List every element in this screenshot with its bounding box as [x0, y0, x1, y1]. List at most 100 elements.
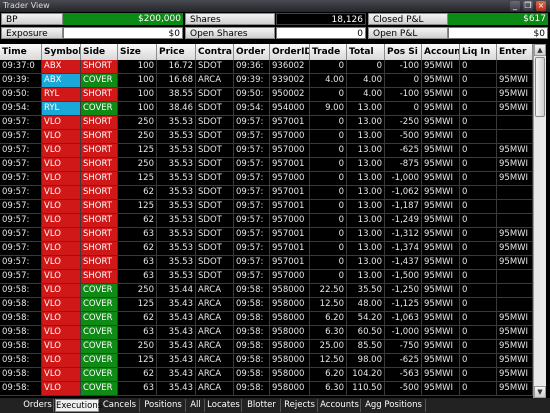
- tab-cancels[interactable]: Cancels: [100, 399, 140, 412]
- scroll-down-icon[interactable]: ▼: [534, 386, 546, 398]
- cell-contra: SDOT: [196, 88, 234, 101]
- header-trade[interactable]: Trade: [310, 44, 347, 60]
- cell-side: SHORT: [81, 144, 118, 157]
- cell-liq-in: 0: [460, 186, 497, 199]
- table-row[interactable]: 09:58: VLO COVER 125 35.43 ARCA 09:58: 958000 12…: [0, 298, 533, 312]
- cell-price: 35.53: [157, 214, 196, 227]
- tab-accounts[interactable]: Accounts: [319, 399, 361, 412]
- cell-time: 09:58:: [0, 284, 42, 297]
- cell-order-id: 957001: [270, 242, 310, 255]
- table-row[interactable]: 09:50: RYL SHORT 100 38.55 SDOT 09:50: 950002 0 4…: [0, 88, 533, 102]
- cell-pos-size: -100: [385, 88, 422, 101]
- cell-enter: [497, 200, 533, 213]
- header-side[interactable]: Side: [81, 44, 118, 60]
- header-contra[interactable]: Contra: [196, 44, 234, 60]
- table-row[interactable]: 09:57: VLO SHORT 62 35.53 SDOT 09:57: 957000 0 13…: [0, 214, 533, 228]
- tab-executions[interactable]: Executions: [55, 399, 102, 412]
- cell-order: 09:57:: [234, 200, 270, 213]
- cell-time: 09:58:: [0, 326, 42, 339]
- cell-trade: 0: [310, 60, 347, 73]
- bp-label: BP: [1, 13, 63, 25]
- tab-all[interactable]: All: [187, 399, 205, 412]
- cell-size: 63: [118, 228, 157, 241]
- cell-side: SHORT: [81, 256, 118, 269]
- cell-order: 09:50:: [234, 88, 270, 101]
- table-row[interactable]: 09:58: VLO COVER 62 35.43 ARCA 09:58: 958000 6.2…: [0, 312, 533, 326]
- cell-side: SHORT: [81, 130, 118, 143]
- table-row[interactable]: 09:58: VLO COVER 63 35.43 ARCA 09:58: 958000 6.3…: [0, 382, 533, 396]
- table-row[interactable]: 09:39: ABX COVER 100 16.68 ARCA 09:39: 939002 4.…: [0, 74, 533, 88]
- stats-row-2: Exposure $0 Open Shares 0 Open P&L $0: [0, 27, 550, 41]
- header-enter[interactable]: Enter: [497, 44, 533, 60]
- table-row[interactable]: 09:58: VLO COVER 250 35.43 ARCA 09:58: 958000 25…: [0, 340, 533, 354]
- cell-account: 95MWI: [422, 382, 460, 395]
- cell-trade: 0: [310, 228, 347, 241]
- table-row[interactable]: 09:58: VLO COVER 62 35.43 ARCA 09:58: 958000 6.2…: [0, 368, 533, 382]
- table-row[interactable]: 09:57: VLO SHORT 63 35.53 SDOT 09:57: 957001 0 13…: [0, 256, 533, 270]
- cell-liq-in: 0: [460, 130, 497, 143]
- header-price[interactable]: Price: [157, 44, 196, 60]
- cell-enter: 95MWI: [497, 158, 533, 171]
- header-order[interactable]: Order: [234, 44, 270, 60]
- cell-price: 35.53: [157, 130, 196, 143]
- header-liq-in[interactable]: Liq In: [460, 44, 497, 60]
- cell-account: 95MWI: [422, 88, 460, 101]
- cell-size: 62: [118, 312, 157, 325]
- cell-time: 09:58:: [0, 298, 42, 311]
- table-row[interactable]: 09:57: VLO SHORT 250 35.53 SDOT 09:57: 957001 0 1…: [0, 116, 533, 130]
- table-row[interactable]: 09:57: VLO SHORT 63 35.53 SDOT 09:57: 957000 0 13…: [0, 270, 533, 284]
- tab-rejects[interactable]: Rejects: [282, 399, 318, 412]
- tab-agg-positions[interactable]: Agg Positions: [362, 399, 426, 412]
- table-row[interactable]: 09:57: VLO SHORT 250 35.53 SDOT 09:57: 957000 0 1…: [0, 130, 533, 144]
- cell-side: SHORT: [81, 88, 118, 101]
- vertical-scrollbar[interactable]: ▲ ▼: [533, 44, 546, 398]
- header-time[interactable]: Time: [0, 44, 42, 60]
- table-row[interactable]: 09:37:0 ABX SHORT 100 16.72 SDOT 09:36: 936002 0…: [0, 60, 533, 74]
- cell-pos-size: -1,437: [385, 256, 422, 269]
- cell-order: 09:57:: [234, 130, 270, 143]
- minimize-icon[interactable]: _: [510, 1, 520, 11]
- header-symbol[interactable]: Symbol: [42, 44, 81, 60]
- header-pos-size[interactable]: Pos Si: [385, 44, 422, 60]
- tab-positions[interactable]: Positions: [141, 399, 186, 412]
- cell-order: 09:57:: [234, 186, 270, 199]
- cell-side: COVER: [81, 74, 118, 87]
- tab-locates[interactable]: Locates: [206, 399, 242, 412]
- header-size[interactable]: Size: [118, 44, 157, 60]
- cell-liq-in: 0: [460, 340, 497, 353]
- cell-price: 35.43: [157, 340, 196, 353]
- cell-total: 13.00: [347, 144, 385, 157]
- close-icon[interactable]: ×: [536, 1, 546, 11]
- scroll-thumb[interactable]: [535, 57, 545, 117]
- header-account[interactable]: Account: [422, 44, 460, 60]
- cell-size: 62: [118, 186, 157, 199]
- cell-time: 09:37:0: [0, 60, 42, 73]
- cell-order: 09:57:: [234, 228, 270, 241]
- header-total[interactable]: Total: [347, 44, 385, 60]
- table-row[interactable]: 09:57: VLO SHORT 62 35.53 SDOT 09:57: 957001 0 13…: [0, 186, 533, 200]
- table-row[interactable]: 09:57: VLO SHORT 125 35.53 SDOT 09:57: 957000 0 1…: [0, 172, 533, 186]
- table-row[interactable]: 09:57: VLO SHORT 62 35.53 SDOT 09:57: 957001 0 13…: [0, 242, 533, 256]
- cell-contra: SDOT: [196, 144, 234, 157]
- tab-blotter[interactable]: Blotter: [243, 399, 281, 412]
- table-row[interactable]: 09:57: VLO SHORT 63 35.53 SDOT 09:57: 957001 0 13…: [0, 228, 533, 242]
- table-row[interactable]: 09:58: VLO COVER 250 35.44 ARCA 09:58: 958000 22…: [0, 284, 533, 298]
- open-pl-value: $0: [448, 27, 548, 39]
- table-row[interactable]: 09:54: RYL COVER 100 38.46 SDOT 09:54: 954000 9.…: [0, 102, 533, 116]
- table-row[interactable]: 09:58: VLO COVER 125 35.43 ARCA 09:58: 958000 12…: [0, 354, 533, 368]
- table-row[interactable]: 09:57: VLO SHORT 125 35.53 SDOT 09:57: 957001 0 1…: [0, 200, 533, 214]
- table-row[interactable]: 09:58: VLO COVER 63 35.43 ARCA 09:58: 958000 6.3…: [0, 326, 533, 340]
- header-order-id[interactable]: OrderID: [270, 44, 310, 60]
- cell-enter: 95MWI: [497, 102, 533, 115]
- cell-enter: 95MWI: [497, 88, 533, 101]
- cell-account: 95MWI: [422, 186, 460, 199]
- cell-side: COVER: [81, 382, 118, 395]
- restore-icon[interactable]: ❐: [523, 1, 533, 11]
- table-row[interactable]: 09:57: VLO SHORT 250 35.53 SDOT 09:57: 957001 0 1…: [0, 158, 533, 172]
- scroll-up-icon[interactable]: ▲: [534, 44, 546, 56]
- tab-orders[interactable]: Orders: [22, 399, 54, 412]
- cell-side: COVER: [81, 312, 118, 325]
- cell-size: 63: [118, 256, 157, 269]
- cell-total: 13.00: [347, 158, 385, 171]
- table-row[interactable]: 09:57: VLO SHORT 125 35.53 SDOT 09:57: 957000 0 1…: [0, 144, 533, 158]
